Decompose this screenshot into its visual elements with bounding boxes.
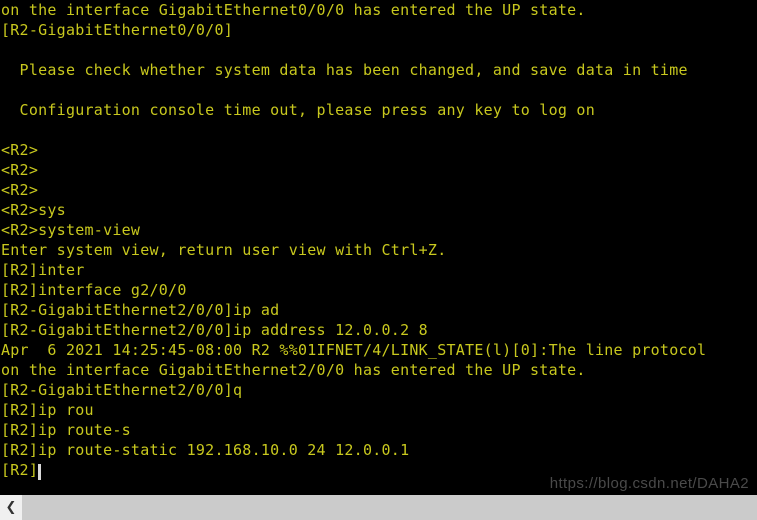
scrollbar-track[interactable]: [22, 495, 757, 520]
scroll-left-arrow-icon[interactable]: ❮: [0, 495, 22, 520]
terminal-line: [R2]ip route-s: [1, 421, 131, 439]
terminal-line: [R2]ip rou: [1, 401, 94, 419]
terminal-line: [R2-GigabitEthernet0/0/0]: [1, 21, 234, 39]
console-output[interactable]: on the interface GigabitEthernet0/0/0 ha…: [0, 0, 757, 494]
terminal-line: <R2>system-view: [1, 221, 141, 239]
terminal-line: <R2>: [1, 141, 39, 159]
terminal-line: Apr 6 2021 14:25:45-08:00 R2 %%01IFNET/4…: [1, 341, 707, 359]
terminal-line: <R2>: [1, 181, 39, 199]
terminal-line: [R2-GigabitEthernet2/0/0]ip ad: [1, 301, 280, 319]
terminal-line: Configuration console time out, please p…: [1, 101, 595, 119]
terminal-line: [R2-GigabitEthernet2/0/0]q: [1, 381, 243, 399]
terminal-window: on the interface GigabitEthernet0/0/0 ha…: [0, 0, 757, 520]
terminal-line: <R2>sys: [1, 201, 66, 219]
terminal-line: Enter system view, return user view with…: [1, 241, 447, 259]
terminal-line: on the interface GigabitEthernet2/0/0 ha…: [1, 361, 586, 379]
text-cursor: [38, 464, 41, 480]
terminal-line: <R2>: [1, 161, 39, 179]
terminal-line: [R2]ip route-static 192.168.10.0 24 12.0…: [1, 441, 410, 459]
terminal-line: Please check whether system data has bee…: [1, 61, 688, 79]
horizontal-scrollbar[interactable]: ❮: [0, 494, 757, 520]
watermark-text: https://blog.csdn.net/DAHA2: [549, 475, 749, 492]
terminal-line: [R2-GigabitEthernet2/0/0]ip address 12.0…: [1, 321, 428, 339]
terminal-line: [R2]interface g2/0/0: [1, 281, 187, 299]
terminal-line: [R2]inter: [1, 261, 85, 279]
terminal-line: on the interface GigabitEthernet0/0/0 ha…: [1, 1, 586, 19]
